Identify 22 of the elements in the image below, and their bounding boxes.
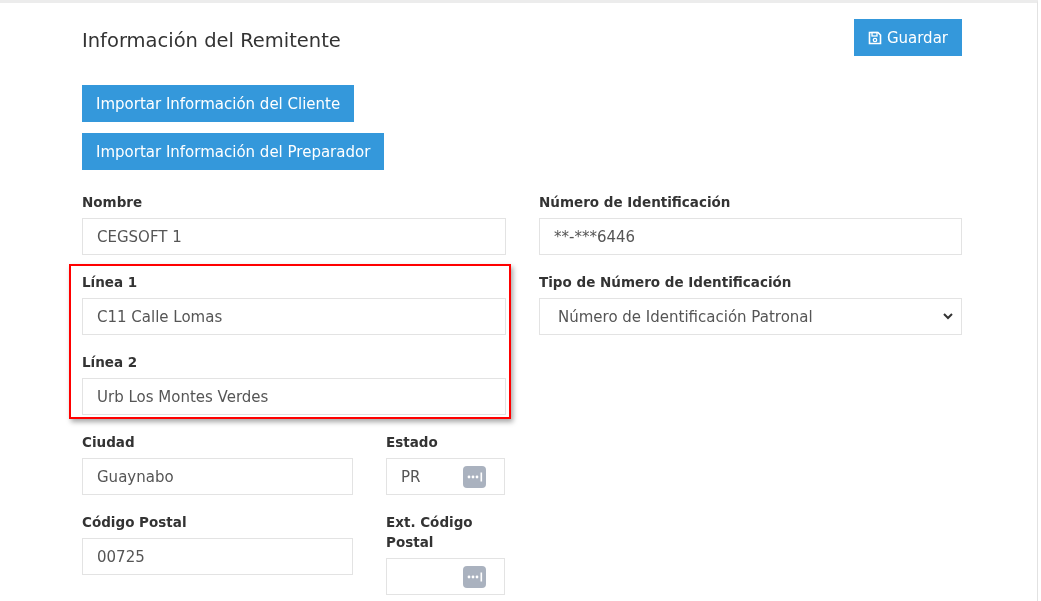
- dots-icon[interactable]: [463, 465, 486, 488]
- field-label: Código Postal: [82, 513, 188, 532]
- field-label: Estado: [386, 433, 439, 452]
- field-label: Ciudad: [82, 433, 136, 452]
- text-field[interactable]: **-***6446: [539, 218, 962, 255]
- dots-icon[interactable]: [463, 565, 486, 588]
- text-field[interactable]: Urb Los Montes Verdes: [82, 378, 506, 415]
- section-title: Información del Remitente: [82, 29, 341, 53]
- select-field[interactable]: Número de Identificación Patronal: [539, 298, 962, 335]
- text-field[interactable]: C11 Calle Lomas: [82, 298, 506, 335]
- chevron-down-icon: [943, 313, 953, 320]
- text-field[interactable]: 00725: [82, 538, 353, 575]
- lookup-field[interactable]: [386, 558, 505, 595]
- field-label: Ext. Código Postal: [386, 513, 474, 552]
- field-label: Línea 2: [82, 353, 139, 372]
- text-field[interactable]: CEGSOFT 1: [82, 218, 506, 255]
- lookup-field[interactable]: PR: [386, 458, 505, 495]
- field-label: Nombre: [82, 193, 144, 212]
- text-field[interactable]: Guaynabo: [82, 458, 353, 495]
- field-label: Tipo de Número de Identificación: [539, 273, 793, 292]
- field-label: Línea 1: [82, 273, 139, 292]
- field-label: Número de Identificación: [539, 193, 732, 212]
